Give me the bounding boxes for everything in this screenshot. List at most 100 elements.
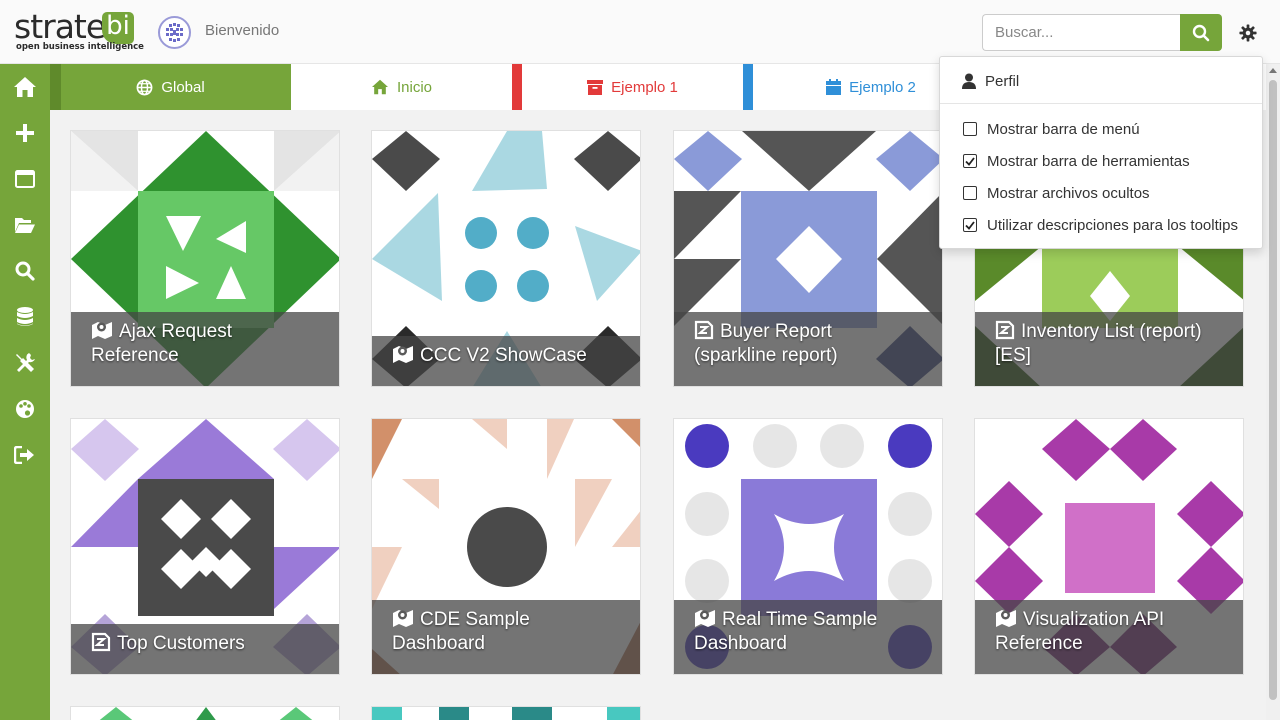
sidebar-home-button[interactable] (0, 64, 50, 110)
logo-bi-badge: bi (102, 12, 134, 44)
check-icon (965, 156, 975, 166)
top-header: strate bi open business intelligence Bie… (0, 0, 1280, 64)
card-caption: Ajax Request Reference (71, 312, 339, 386)
sidebar-new-button[interactable] (0, 110, 50, 156)
dropdown-divider (940, 103, 1262, 104)
calendar-icon (826, 79, 842, 95)
window-icon (15, 170, 35, 188)
card-ajax-request-reference[interactable]: Ajax Request Reference (70, 130, 340, 387)
database-icon (17, 307, 33, 326)
home-icon (371, 79, 388, 95)
settings-gear-button[interactable] (1236, 21, 1260, 45)
card-title-line: Reference (91, 345, 179, 366)
tab-inicio[interactable]: Inicio (291, 64, 512, 110)
card-thumbnail (71, 707, 339, 720)
card-buyer-report[interactable]: Buyer Report (sparkline report) (673, 130, 943, 387)
dropdown-option-show-hidden-files[interactable]: Mostrar archivos ocultos (963, 183, 1150, 203)
check-icon (965, 220, 975, 230)
map-icon (695, 610, 715, 627)
card-title-line: Ajax Request (119, 321, 233, 342)
map-icon (996, 610, 1016, 627)
card-thumbnail (372, 707, 640, 720)
stratebi-logo[interactable]: strate bi open business intelligence (14, 7, 144, 54)
card-visualization-api-reference[interactable]: Visualization API Reference (974, 418, 1244, 675)
checkbox-checked[interactable] (963, 154, 977, 168)
checkbox-unchecked[interactable] (963, 186, 977, 200)
card-title-line: Dashboard (392, 633, 485, 654)
tab-ejemplo-1[interactable]: Ejemplo 1 (522, 64, 743, 110)
search-input[interactable] (982, 14, 1181, 51)
sidebar-search-button[interactable] (0, 248, 50, 294)
card-caption: CCC V2 ShowCase (372, 336, 640, 386)
globe-icon (136, 79, 153, 95)
card-partial-row3-1[interactable] (70, 706, 340, 720)
map-icon (393, 610, 413, 627)
card-title-line: Visualization API (1023, 609, 1165, 630)
card-title-line: Inventory List (report) (1021, 321, 1202, 342)
dropdown-option-label: Mostrar barra de menú (987, 120, 1140, 138)
scroll-up-arrow[interactable] (1269, 68, 1277, 73)
user-avatar[interactable] (158, 16, 191, 49)
page-scrollbar[interactable] (1266, 64, 1280, 720)
dropdown-option-show-toolbar[interactable]: Mostrar barra de herramientas (963, 151, 1190, 171)
tab-global-label: Global (161, 78, 205, 96)
user-icon (962, 73, 976, 89)
dropdown-option-show-menu-bar[interactable]: Mostrar barra de menú (963, 119, 1140, 139)
card-title-line: CDE Sample (420, 609, 530, 630)
plus-icon (16, 124, 34, 142)
card-partial-row3-2[interactable] (371, 706, 641, 720)
card-title-line: Dashboard (694, 633, 787, 654)
dropdown-option-label: Mostrar barra de herramientas (987, 152, 1190, 170)
tab-ejemplo1-marker (512, 64, 522, 110)
report-icon (694, 320, 714, 340)
welcome-text: Bienvenido (205, 22, 280, 39)
dropdown-option-label: Mostrar archivos ocultos (987, 184, 1150, 202)
sidebar-logout-button[interactable] (0, 432, 50, 478)
gear-icon (1239, 24, 1257, 42)
card-title-line: Reference (995, 633, 1083, 654)
sidebar (0, 64, 50, 720)
sidebar-datasource-button[interactable] (0, 294, 50, 340)
sidebar-window-button[interactable] (0, 156, 50, 202)
tab-ejemplo2-marker (743, 64, 753, 110)
tab-global[interactable]: Global (50, 64, 291, 110)
sidebar-browse-files-button[interactable] (0, 202, 50, 248)
card-cde-sample-dashboard[interactable]: CDE Sample Dashboard (371, 418, 641, 675)
tab-global-marker (50, 64, 61, 110)
logout-icon (14, 446, 34, 464)
card-caption: Real Time Sample Dashboard (674, 600, 942, 674)
card-title-line: Top Customers (117, 633, 245, 654)
card-title-line: [ES] (995, 345, 1031, 366)
card-real-time-sample-dashboard[interactable]: Real Time Sample Dashboard (673, 418, 943, 675)
card-top-customers[interactable]: Top Customers (70, 418, 340, 675)
home-icon (14, 77, 36, 97)
sidebar-admin-button[interactable] (0, 340, 50, 386)
checkbox-unchecked[interactable] (963, 122, 977, 136)
logo-tagline: open business intelligence (16, 42, 144, 52)
card-title-line: CCC V2 ShowCase (420, 345, 587, 366)
card-caption: Top Customers (71, 624, 339, 674)
checkbox-checked[interactable] (963, 218, 977, 232)
tab-ejemplo-1-label: Ejemplo 1 (611, 78, 678, 96)
archive-icon (587, 79, 604, 95)
tab-inicio-label: Inicio (396, 78, 433, 96)
card-title-line: Buyer Report (720, 321, 832, 342)
map-icon (393, 346, 413, 363)
logo-text: strate (14, 7, 106, 46)
sidebar-theme-button[interactable] (0, 386, 50, 432)
dropdown-item-profile[interactable]: Perfil (962, 71, 1019, 91)
dropdown-profile-label: Perfil (985, 72, 1020, 90)
dropdown-option-use-descriptions-tooltips[interactable]: Utilizar descripciones para los tooltips (963, 215, 1238, 235)
card-title-line: Real Time Sample (722, 609, 878, 630)
card-caption: Inventory List (report) [ES] (975, 312, 1243, 386)
search-icon (15, 261, 35, 281)
card-ccc-v2-showcase[interactable]: CCC V2 ShowCase (371, 130, 641, 387)
tools-icon (16, 353, 35, 372)
map-icon (92, 322, 112, 339)
palette-icon (16, 400, 34, 418)
card-caption: Buyer Report (sparkline report) (674, 312, 942, 386)
scrollbar-thumb[interactable] (1269, 80, 1277, 700)
dropdown-option-label: Utilizar descripciones para los tooltips (987, 216, 1238, 234)
search-icon (1192, 24, 1210, 41)
search-button[interactable] (1180, 14, 1222, 51)
